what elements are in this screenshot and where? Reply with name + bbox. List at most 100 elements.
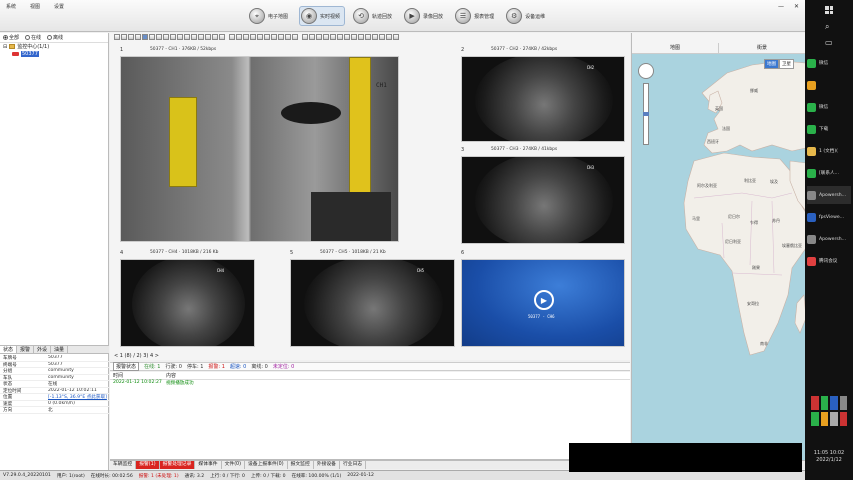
tray-icon[interactable] [830,412,838,426]
toolbar-button-icon[interactable] [135,34,141,40]
chain-text[interactable]: < 1 (8) / 2) 3) 4 > [114,353,159,359]
zoom-slider[interactable] [643,83,649,145]
menu-item-view[interactable]: 视图 [30,3,40,10]
taskbar-app-0[interactable]: 微信 [807,54,851,72]
taskbar-app-3[interactable]: 下载 [807,120,851,138]
toolbar-button-icon[interactable] [285,34,291,40]
video-cell-5[interactable]: CH5 [290,259,455,347]
toolbar-button-icon[interactable] [212,34,218,40]
toolbar-button-icon[interactable] [170,34,176,40]
tray-icon[interactable] [820,412,828,426]
tray-icon[interactable] [811,412,819,426]
bottom-tab-8[interactable]: 行业日志 [340,461,367,469]
pan-control-icon[interactable] [638,63,654,79]
toolbar-button-icon[interactable] [149,34,155,40]
info-tab-3[interactable]: 油量 [51,346,69,353]
toolbar-button-icon[interactable] [358,34,364,40]
close-icon[interactable]: ✕ [794,3,799,10]
nav-tab-3[interactable]: ▶ 录像回放 [403,6,447,26]
info-tab-0[interactable]: 状态 [0,346,18,353]
tray-icon[interactable] [839,396,847,410]
taskbar-app-5[interactable]: [联系人... [807,164,851,182]
status-count-3[interactable]: 报警: 1 [208,363,224,370]
toolbar-button-icon[interactable] [386,34,392,40]
toolbar-button-icon[interactable] [163,34,169,40]
minimize-icon[interactable]: — [778,3,784,10]
nav-tab-5[interactable]: ⚙ 设备运维 [505,6,549,26]
menu-item-settings[interactable]: 设置 [54,3,64,10]
toolbar-button-icon[interactable] [219,34,225,40]
clock[interactable]: 11:05 10:02 2022/1/12 [807,450,851,464]
status-count-4[interactable]: 超速: 0 [230,363,246,370]
tree-vehicle[interactable]: 50377 [0,50,108,57]
toolbar-button-icon[interactable] [365,34,371,40]
nav-tab-4[interactable]: ☰ 报表管理 [454,6,498,26]
bottom-tab-0[interactable]: 车辆监控 [110,461,137,469]
map-canvas[interactable] [632,33,805,460]
video-cell-1[interactable]: CH1 [120,56,399,242]
toolbar-button-icon[interactable] [351,34,357,40]
bottom-tab-3[interactable]: 媒体事件 [195,461,222,469]
toolbar-button-icon[interactable] [121,34,127,40]
radio-icon[interactable] [25,35,31,40]
windows-start-icon[interactable] [825,6,833,14]
filter-radio-2[interactable]: 离线 [47,35,63,41]
radio-icon[interactable] [3,35,8,40]
status-count-0[interactable]: 在线: 1 [144,363,160,370]
filter-radio-1[interactable]: 在线 [25,35,41,41]
bottom-tab-2[interactable]: 报警处理记录 [159,461,196,469]
toolbar-button-icon[interactable] [302,34,308,40]
zoom-control[interactable] [638,63,654,145]
toolbar-button-icon[interactable] [316,34,322,40]
map-tab-map[interactable]: 地图 [632,43,719,53]
toolbar-button-icon[interactable] [128,34,134,40]
tree-group[interactable]: ⊟ 监控中心(1/1) [0,43,108,51]
expand-icon[interactable]: ⊟ [3,44,7,50]
taskbar-app-4[interactable]: 1 (文档)( [807,142,851,160]
taskbar-app-7[interactable]: fpsViewe... [807,208,851,226]
taskbar-app-8[interactable]: Apowersh... [807,230,851,248]
toolbar-button-icon[interactable] [323,34,329,40]
toolbar-button-icon[interactable] [156,34,162,40]
toolbar-button-icon[interactable] [372,34,378,40]
toolbar-button-icon[interactable] [271,34,277,40]
tray-icon[interactable] [830,396,838,410]
video-cell-2[interactable]: CH2 [461,56,625,142]
tray-icon[interactable] [820,396,828,410]
toolbar-button-icon[interactable] [205,34,211,40]
toolbar-button-icon[interactable] [114,34,120,40]
toolbar-button-icon[interactable] [184,34,190,40]
toolbar-button-icon[interactable] [243,34,249,40]
bottom-tab-7[interactable]: 外接设备 [314,461,340,469]
taskbar-app-9[interactable]: 腾讯会议 [807,252,851,270]
bottom-tab-6[interactable]: 报文监控 [288,461,314,469]
info-tab-1[interactable]: 报警 [17,346,35,353]
filter-radio-0[interactable]: 全部 [3,35,19,41]
map-tab-street[interactable]: 街景 [719,43,805,53]
bottom-tab-1[interactable]: 报警(1) [136,461,160,469]
toolbar-button-icon[interactable] [264,34,270,40]
nav-tab-2[interactable]: ⟲ 轨迹回放 [352,6,396,26]
toolbar-button-icon[interactable] [236,34,242,40]
bottom-tab-4[interactable]: 文件(0) [222,461,245,469]
tray-icon[interactable] [839,412,847,426]
toolbar-button-icon[interactable] [177,34,183,40]
toolbar-button-icon[interactable] [393,34,399,40]
play-icon[interactable]: ▶ [534,290,554,310]
map-type-0[interactable]: 地图 [764,59,779,69]
map-type-1[interactable]: 卫星 [779,59,794,69]
table-row[interactable]: 2022-01-12 10:02:27 视频播放成功 [110,380,630,388]
taskbar-app-1[interactable] [807,76,851,94]
taskbar-app-6[interactable]: Apowersh... [807,186,851,204]
toolbar-button-icon[interactable] [198,34,204,40]
taskbar-app-2[interactable]: 微信 [807,98,851,116]
status-select[interactable]: 报警状态 [113,362,140,371]
status-count-6[interactable]: 未定位: 0 [273,363,294,370]
video-cell-3[interactable]: CH3 [461,156,625,244]
toolbar-button-icon[interactable] [257,34,263,40]
nav-tab-1[interactable]: ◉ 实时视频 [299,6,346,26]
toolbar-button-icon[interactable] [379,34,385,40]
toolbar-button-icon[interactable] [337,34,343,40]
toolbar-button-icon[interactable] [309,34,315,40]
toolbar-button-icon[interactable] [292,34,298,40]
